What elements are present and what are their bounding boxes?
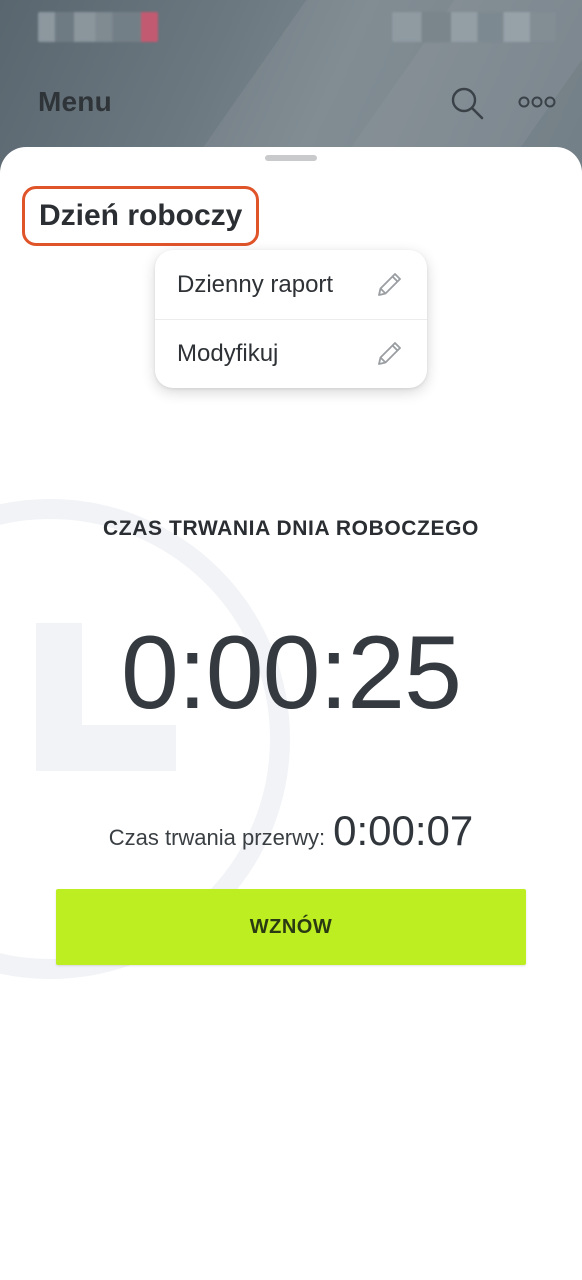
workday-timer: 0:00:25	[121, 615, 462, 731]
app-header: Menu	[0, 70, 582, 140]
menu-item-modify[interactable]: Modyfikuj	[155, 319, 427, 388]
menu-item-label: Dzienny raport	[177, 270, 334, 298]
menu-item-label: Modyfikuj	[177, 340, 279, 367]
sheet-title-highlight[interactable]: Dzień roboczy	[22, 186, 260, 246]
pencil-icon	[373, 269, 405, 301]
workday-duration-label: CZAS TRWANIA DNIA ROBOCZEGO	[103, 517, 479, 540]
break-duration-value: 0:00:07	[333, 807, 474, 854]
resume-button[interactable]: WZNÓW	[56, 889, 526, 965]
bottom-sheet: Dzień roboczy Dzienny raport Modyfikuj C…	[0, 147, 582, 1280]
sheet-title: Dzień roboczy	[39, 199, 243, 232]
more-icon[interactable]	[518, 92, 556, 112]
break-duration-label: Czas trwania przerwy:	[108, 825, 326, 850]
search-icon[interactable]	[450, 86, 484, 120]
status-bar-right-redacted	[392, 12, 556, 42]
status-bar	[0, 0, 582, 56]
break-duration: Czas trwania przerwy: 0:00:07	[0, 807, 582, 855]
menu-item-daily-report[interactable]: Dzienny raport	[155, 250, 427, 319]
drag-handle[interactable]	[265, 155, 317, 161]
popup-menu: Dzienny raport Modyfikuj	[155, 250, 427, 388]
app-title: Menu	[38, 86, 112, 117]
pencil-icon	[373, 338, 405, 370]
status-bar-left-redacted	[38, 12, 158, 42]
